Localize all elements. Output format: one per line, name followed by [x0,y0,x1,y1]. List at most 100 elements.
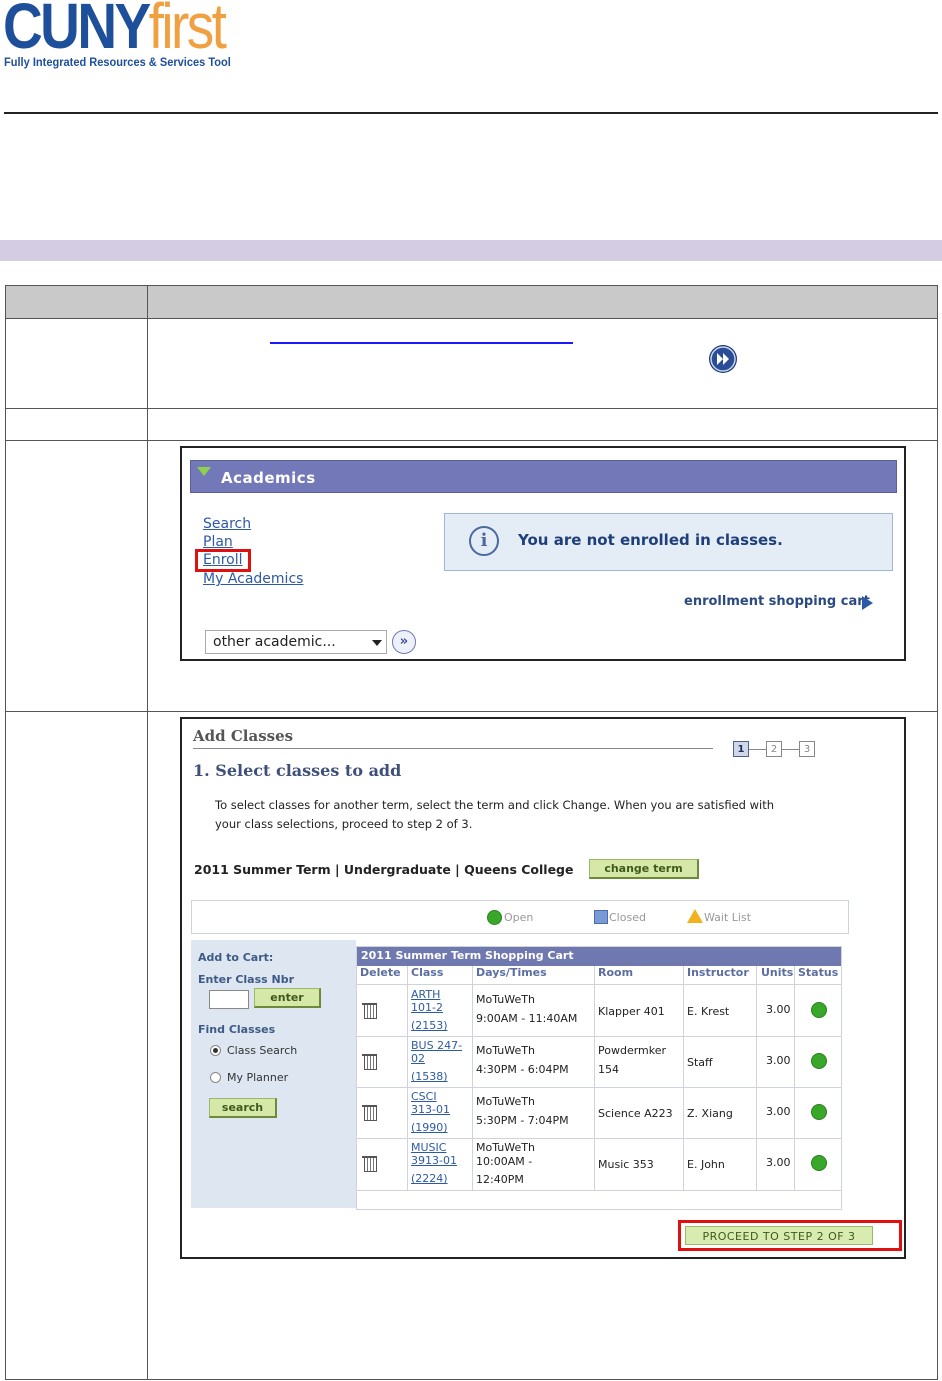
col-status: Status [798,966,839,979]
class-link[interactable]: ARTH [411,988,440,1001]
search-button[interactable]: search [209,1098,277,1118]
table-header-row [6,286,937,318]
times-cell: 10:00AM - [476,1155,533,1168]
proceed-step-2-button[interactable]: PROCEED TO STEP 2 OF 3 [685,1226,873,1245]
logo-tagline: Fully Integrated Resources & Services To… [4,55,231,69]
delete-trash-icon[interactable] [362,1156,377,1172]
wait-list-icon [687,909,703,923]
search-link[interactable]: Search [203,516,251,532]
col-class: Class [411,966,444,979]
days-cell: MoTuWeTh [476,1095,535,1108]
portal-link-underline[interactable] [270,342,573,344]
cunyfirst-logo: CUNYfirst [3,0,227,58]
legend-open: Open [504,911,534,924]
class-search-label: Class Search [227,1044,298,1057]
notice-text: You are not enrolled in classes. [518,531,783,549]
double-chevron-go-icon[interactable]: » [392,630,416,654]
class-nbr-input[interactable] [209,990,249,1009]
find-classes-label: Find Classes [198,1023,276,1036]
class-link[interactable]: 101-2 [411,1001,443,1014]
col-room: Room [598,966,634,979]
not-enrolled-notice: i You are not enrolled in classes. [444,513,893,571]
col-divider [407,966,408,1190]
class-link[interactable]: 313-01 [411,1103,450,1116]
class-link[interactable]: MUSIC [411,1141,446,1154]
other-academic-select[interactable]: other academic... [205,630,387,654]
enter-class-nbr-label: Enter Class Nbr [198,973,295,986]
delete-trash-icon[interactable] [362,1054,377,1070]
plan-link[interactable]: Plan [203,534,233,550]
col-divider [794,966,795,1190]
enroll-highlight [195,549,251,572]
room-cell: Klapper 401 [598,1005,665,1018]
col-divider [756,966,757,1190]
class-link[interactable]: (1538) [411,1070,448,1083]
status-legend: Open Closed Wait List [191,900,849,934]
open-status-icon [811,1053,827,1069]
table-border [5,440,938,441]
class-link[interactable]: BUS 247- [411,1039,462,1052]
enter-button[interactable]: enter [254,988,321,1008]
shopping-cart-table: 2011 Summer Term Shopping Cart Delete Cl… [356,946,842,1210]
days-cell: MoTuWeTh [476,993,535,1006]
col-divider [683,966,684,1190]
delete-trash-icon[interactable] [362,1003,377,1019]
cart-title-bar: 2011 Summer Term Shopping Cart [357,947,841,966]
open-status-icon [811,1104,827,1120]
col-divider [472,966,473,1190]
col-delete: Delete [360,966,401,979]
times-cell: 9:00AM - 11:40AM [476,1012,578,1025]
class-link[interactable]: (2153) [411,1019,448,1032]
enrollment-cart-link[interactable]: enrollment shopping cart [684,594,870,609]
open-status-icon [811,1002,827,1018]
legend-wait: Wait List [704,911,752,924]
delete-trash-icon[interactable] [362,1105,377,1121]
step-2-icon: 2 [766,741,782,757]
row-divider [357,1036,841,1037]
header-rule [4,112,938,114]
table-border [5,285,6,1380]
table-border [937,285,938,1380]
play-arrow-icon[interactable] [862,596,873,610]
table-border [5,1379,938,1380]
my-planner-radio[interactable] [210,1072,221,1083]
table-border [147,285,148,1380]
instructor-cell: Z. Xiang [687,1107,733,1120]
proceed-highlight: PROCEED TO STEP 2 OF 3 [678,1220,902,1251]
row-divider [357,1138,841,1139]
days-cell: MoTuWeTh [476,1044,535,1057]
class-link[interactable]: CSCI [411,1090,437,1103]
col-units: Units [761,966,794,979]
class-search-radio[interactable] [210,1045,221,1056]
legend-closed: Closed [609,911,646,924]
section-band [0,240,942,261]
row-divider [357,1190,841,1191]
room-cell-2: 154 [598,1063,619,1076]
go-arrow-icon[interactable] [709,345,737,373]
my-planner-label: My Planner [227,1071,289,1084]
instructor-cell: Staff [687,1056,713,1069]
chevron-down-icon [372,640,382,646]
room-cell: Science A223 [598,1107,673,1120]
class-link[interactable]: (1990) [411,1121,448,1134]
step-connector [782,749,799,750]
table-border [5,285,938,286]
room-cell: Powdermker [598,1044,667,1057]
collapse-triangle-icon[interactable] [197,467,211,476]
class-link[interactable]: 3913-01 [411,1154,457,1167]
change-term-button[interactable]: change term [589,859,699,879]
add-classes-title: Add Classes [193,727,294,745]
add-classes-screenshot: Add Classes 1 2 3 1. Select classes to a… [180,717,906,1259]
table-border [5,318,938,319]
term-line: 2011 Summer Term | Undergraduate | Queen… [194,862,574,877]
my-academics-link[interactable]: My Academics [203,571,303,587]
class-link[interactable]: 02 [411,1052,425,1065]
times-cell: 5:30PM - 7:04PM [476,1114,569,1127]
units-cell: 3.00 [766,1156,791,1169]
col-days-times: Days/Times [476,966,547,979]
academics-header: Academics [190,460,897,493]
times-cell: 4:30PM - 6:04PM [476,1063,569,1076]
closed-status-icon [594,910,608,924]
step-3-icon: 3 [799,741,815,757]
class-link[interactable]: (2224) [411,1172,448,1185]
